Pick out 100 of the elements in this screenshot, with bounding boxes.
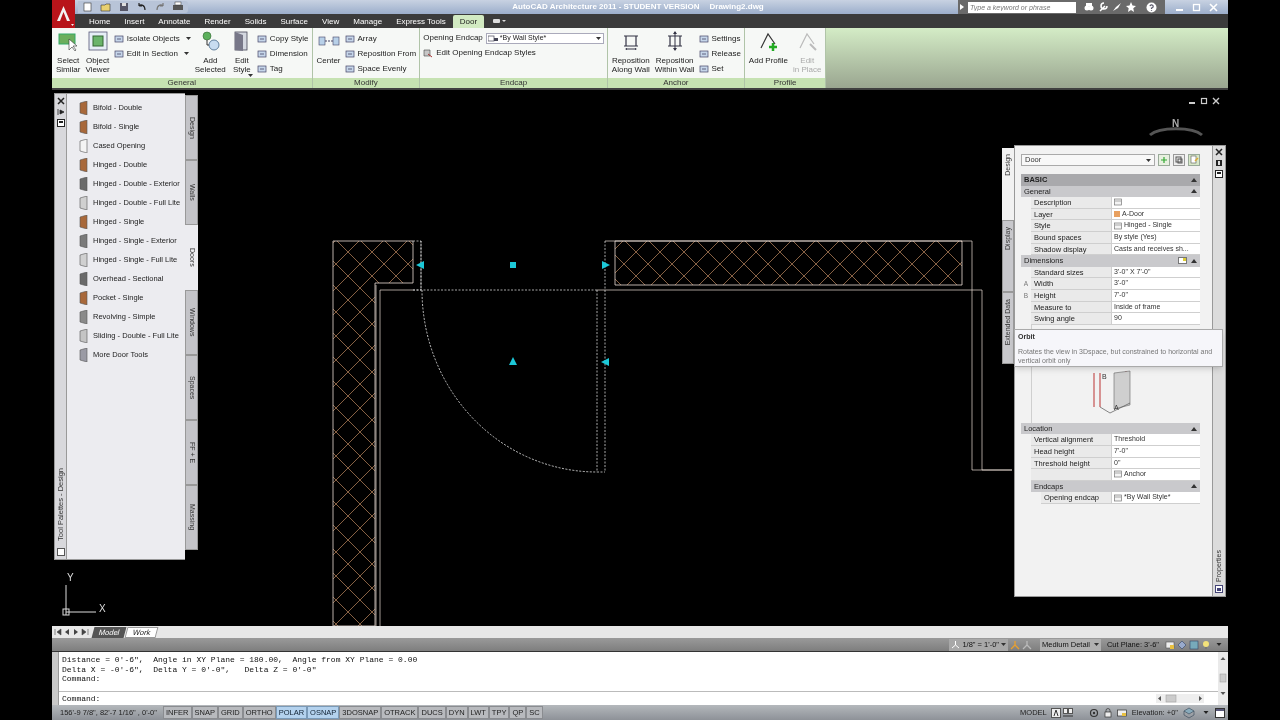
palette-menu-icon[interactable] [56,548,65,556]
collapse-icon[interactable] [1191,426,1197,431]
vertical-scrollbar-icon[interactable] [1218,652,1228,705]
tool-icon [113,33,124,44]
new-file-icon[interactable] [82,1,94,13]
door-icon [79,347,89,362]
ribbon-tab[interactable]: Home [82,15,118,28]
print-icon[interactable] [172,1,184,13]
ribbon-tab[interactable]: Surface [273,15,315,28]
restore-icon[interactable] [1200,97,1208,105]
ribbon-button[interactable]: Set [698,61,741,76]
help-icon[interactable] [1146,1,1157,13]
ribbon-tab[interactable]: Manage [346,15,390,28]
ribbon-tab[interactable]: Annotate [151,15,198,28]
lightbulb-icon[interactable] [1201,639,1211,650]
ribbon-button[interactable]: Add Selected [193,30,227,74]
save-icon[interactable] [118,1,130,13]
viewer-window-icon [86,30,109,52]
caret-icon [1093,643,1099,646]
axis-label: Y [67,571,74,585]
undo-icon[interactable] [136,1,148,13]
auto-hide-icon[interactable] [56,108,65,116]
ribbon-button[interactable]: Reposition Along Wall [610,30,651,74]
command-history-line: Command: [62,674,102,684]
ribbon-button[interactable]: Object Viewer [84,30,111,74]
ribbon-button[interactable]: Edit Opening Endcap Styles [423,47,604,59]
last-tab-icon[interactable] [81,628,89,636]
expand-arrow-icon[interactable] [960,4,964,10]
ribbon-tab[interactable]: Door [452,15,485,28]
select-objects-icon[interactable] [1173,154,1185,166]
grip-arrow-icon[interactable] [601,358,609,366]
ribbon-button[interactable]: Add Profile [747,30,789,65]
star-icon[interactable] [1126,2,1136,12]
caret-icon [1001,643,1006,646]
binoculars-icon[interactable] [1084,2,1094,12]
command-history-line: Delta X = -0'-6", Delta Y = 0'-0", Delta Z = 0'-0" [62,664,318,675]
ribbon-tab[interactable]: Insert [117,15,152,28]
ribbon-tab[interactable]: Solids [237,15,274,28]
ribbon-button[interactable]: Reposition From [344,46,417,61]
gear-icon[interactable] [1088,707,1099,718]
collapse-icon[interactable] [1191,177,1197,182]
door-icon [79,195,89,210]
grip-arrow-icon[interactable] [602,261,610,269]
ribbon-button[interactable]: Edit Style [229,30,254,77]
ribbon-button[interactable]: Release [698,46,741,61]
collapse-icon[interactable] [1191,258,1197,263]
ribbon-button[interactable]: Copy Style [256,31,309,46]
grip-arrow-icon[interactable] [416,261,424,269]
command-line-grip[interactable] [52,652,59,705]
ribbon-button[interactable]: Select Similar [55,30,82,74]
lock-icon[interactable] [1102,707,1113,718]
collapse-icon[interactable] [1191,484,1197,489]
hardware-icon[interactable] [1116,707,1127,718]
door-diagram-drawing [1093,370,1131,414]
grip-arrow-icon[interactable] [509,357,517,365]
door-icon [79,328,89,343]
compass-label: N [1172,117,1180,131]
workspace-icon[interactable] [1183,706,1195,719]
door-icon [79,157,89,172]
ribbon-tab[interactable]: Render [197,15,238,28]
panel-toggle-icon[interactable] [492,17,507,25]
previous-tab-icon[interactable] [63,628,71,636]
panel-title: General [52,78,312,88]
ribbon-button[interactable]: Settings [698,31,741,46]
wrench-icon[interactable] [1098,2,1108,12]
ribbon-button[interactable]: Array [344,31,417,46]
panel-title: Anchor [607,78,744,88]
palette-menu-icon[interactable] [1215,585,1223,593]
ribbon-button[interactable]: Isolate Objects [113,31,191,46]
redo-icon[interactable] [154,1,166,13]
door-icon [79,309,89,324]
collapse-icon[interactable] [1191,189,1197,194]
viewcube-ring-icon[interactable] [1149,127,1203,137]
command-history-line: Distance = 0'-6", Angle in XY Plane = 180.00, Angle from XY Plane = 0.00 [62,655,419,665]
layout-view-icon[interactable] [1062,707,1073,718]
ribbon-button[interactable]: Dimension [256,46,309,61]
first-tab-icon[interactable] [54,628,62,636]
close-icon[interactable] [1215,148,1223,156]
door-icon [79,100,89,115]
next-tab-icon[interactable] [72,628,80,636]
ribbon-button[interactable]: Edit in Section [113,46,191,61]
edit-style-icon [423,48,434,58]
ribbon-button[interactable]: Tag [256,61,309,76]
auto-hide-icon[interactable] [1215,159,1223,167]
layer-key-icon[interactable] [1165,639,1175,650]
app-logo-icon[interactable] [52,0,75,28]
ribbon-button[interactable]: Center [315,30,342,65]
grip-icon[interactable] [510,262,516,268]
settings-icon[interactable] [1178,257,1187,265]
properties-menu-icon[interactable] [56,119,65,127]
ribbon-button[interactable]: Reposition Within Wall [653,30,696,74]
ribbon-button[interactable]: Space Evenly [344,61,417,76]
isolate-icon[interactable] [1177,639,1187,650]
clean-screen-icon[interactable] [1215,707,1225,718]
properties-menu-icon[interactable] [1215,170,1223,178]
door-icon [79,233,89,248]
close-icon[interactable] [56,97,65,105]
ribbon-tab[interactable]: Express Tools [389,15,453,28]
ribbon-tab[interactable]: View [315,15,347,28]
horizontal-scrollbar-icon[interactable] [1156,694,1204,703]
